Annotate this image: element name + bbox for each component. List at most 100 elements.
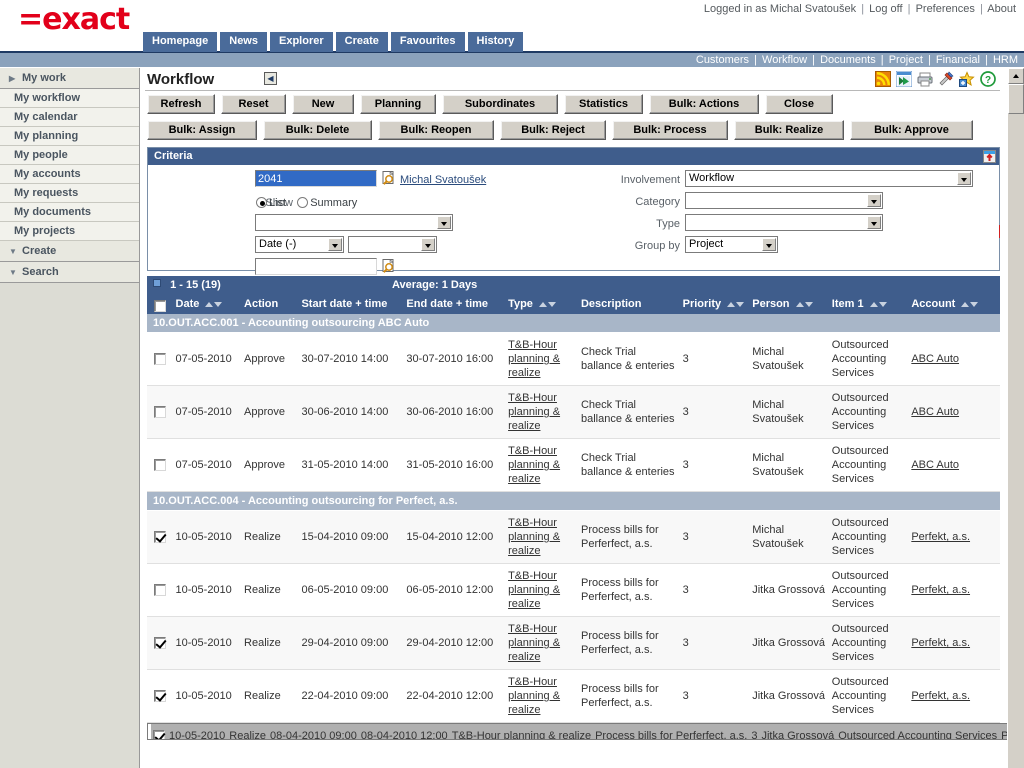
table-row[interactable]: 10-05-2010 Realize 15-04-2010 09:00 15-04-2… (147, 510, 1000, 564)
bulk-reject-button[interactable]: Bulk: Reject (500, 120, 606, 140)
nav-tab-explorer[interactable]: Explorer (270, 32, 333, 52)
cell-type[interactable]: T&B-Hour planning & realize (506, 616, 579, 670)
show-option-list[interactable]: List (256, 197, 286, 209)
vertical-scrollbar[interactable] (1007, 68, 1024, 768)
table-row[interactable]: 10-05-2010 Realize 08-04-2010 09:00 08-04-2… (147, 723, 1024, 740)
chevron-down-icon[interactable] (867, 194, 881, 207)
bulk-reopen-button[interactable]: Bulk: Reopen (378, 120, 494, 140)
bulk-approve-button[interactable]: Bulk: Approve (850, 120, 973, 140)
cell-type[interactable]: T&B-Hour planning & realize (506, 385, 579, 439)
bulk-delete-button[interactable]: Bulk: Delete (263, 120, 372, 140)
row-checkbox[interactable] (153, 730, 165, 739)
person-link[interactable]: Michal Svatoušek (400, 174, 486, 186)
cell-account[interactable]: ABC Auto (909, 385, 1000, 439)
chevron-down-icon[interactable] (328, 238, 342, 251)
sort-arrows-type[interactable] (538, 298, 556, 310)
subnav-project[interactable]: Project (889, 54, 923, 66)
table-row[interactable]: 10-05-2010 Realize 06-05-2010 09:00 06-05-2… (147, 563, 1000, 617)
sidebar-item-my-planning[interactable]: My planning (0, 127, 139, 146)
sort-arrows-date[interactable] (204, 298, 223, 310)
row-checkbox[interactable] (154, 406, 167, 419)
bulk-process-button[interactable]: Bulk: Process (612, 120, 728, 140)
involvement-select[interactable]: Workflow (685, 170, 973, 187)
add-favourite-icon[interactable] (959, 71, 975, 87)
type-link[interactable]: T&B-Hour planning & realize (508, 623, 560, 663)
sort-arrows-item1[interactable] (869, 298, 887, 310)
row-checkbox[interactable] (154, 584, 167, 597)
bulk-assign-button[interactable]: Bulk: Assign (147, 120, 257, 140)
sort-asc-icon[interactable] (538, 302, 547, 307)
sidebar-item-my-accounts[interactable]: My accounts (0, 165, 139, 184)
person-input[interactable] (255, 170, 377, 187)
item-lookup-icon[interactable] (382, 259, 397, 274)
tools-icon[interactable] (938, 71, 954, 87)
nav-tab-favourites[interactable]: Favourites (390, 32, 465, 52)
cell-account[interactable]: ABC Auto (909, 438, 1000, 492)
cell-type[interactable]: T&B-Hour planning & realize (506, 669, 579, 723)
account-link[interactable]: ABC Auto (911, 459, 959, 471)
refresh-button[interactable]: Refresh (147, 94, 215, 114)
bulk-realize-button[interactable]: Bulk: Realize (734, 120, 844, 140)
sidebar-item-my-people[interactable]: My people (0, 146, 139, 165)
cell-account[interactable]: Perfekt, a.s. (909, 669, 1000, 723)
row-checkbox[interactable] (154, 459, 167, 472)
row-select-cell[interactable] (147, 438, 174, 492)
row-select-cell[interactable] (151, 724, 167, 739)
preferences-link[interactable]: Preferences (916, 3, 975, 15)
type-link[interactable]: T&B-Hour planning & realize (508, 339, 560, 379)
row-select-cell[interactable] (147, 563, 174, 617)
restore-panel-icon[interactable] (983, 150, 996, 163)
account-link[interactable]: ABC Auto (911, 406, 959, 418)
show-option-summary[interactable]: Summary (297, 197, 357, 209)
sidebar-item-my-projects[interactable]: My projects (0, 222, 139, 241)
planning-button[interactable]: Planning (360, 94, 436, 114)
account-link[interactable]: Perfekt, a.s. (911, 584, 970, 596)
type-link[interactable]: T&B-Hour planning & realize (452, 730, 591, 739)
cell-type[interactable]: T&B-Hour planning & realize (506, 510, 579, 564)
row-checkbox[interactable] (154, 353, 167, 366)
sidebar-group-search[interactable]: ▼ Search (0, 262, 139, 283)
chevron-down-icon[interactable] (867, 216, 881, 229)
subnav-financial[interactable]: Financial (936, 54, 980, 66)
cell-type[interactable]: T&B-Hour planning & realize (506, 563, 579, 617)
sort-asc-icon[interactable] (795, 302, 804, 307)
account-link[interactable]: Perfekt, a.s. (911, 690, 970, 702)
chevron-down-icon[interactable] (421, 238, 435, 251)
log-off-link[interactable]: Log off (869, 3, 902, 15)
sort-desc-icon[interactable] (878, 302, 887, 307)
cell-type[interactable]: T&B-Hour planning & realize (506, 332, 579, 386)
cell-type[interactable]: T&B-Hour planning & realize (506, 438, 579, 492)
nav-tab-create[interactable]: Create (335, 32, 388, 52)
type-link[interactable]: T&B-Hour planning & realize (508, 517, 560, 557)
sidebar-item-my-workflow[interactable]: My workflow (0, 89, 139, 108)
sort-asc-icon[interactable] (727, 302, 736, 307)
category-select[interactable] (685, 192, 883, 209)
new-button[interactable]: New (292, 94, 354, 114)
type-link[interactable]: T&B-Hour planning & realize (508, 570, 560, 610)
sortby-select[interactable]: Date (-) (255, 236, 344, 253)
excel-export-icon[interactable] (896, 71, 912, 87)
sidebar-item-my-requests[interactable]: My requests (0, 184, 139, 203)
table-row[interactable]: 07-05-2010 Approve 30-06-2010 14:00 30-06-2… (147, 385, 1000, 439)
show-radio-group[interactable]: List Summary (256, 197, 365, 209)
cell-account[interactable]: Perfekt, a.s. (909, 616, 1000, 670)
close-button[interactable]: Close (765, 94, 833, 114)
sidebar-group-create[interactable]: ▼ Create (0, 241, 139, 262)
sort-desc-icon[interactable] (214, 302, 223, 307)
sort-arrows-person[interactable] (795, 298, 813, 310)
chevron-down-icon[interactable] (437, 216, 451, 229)
nav-tab-homepage[interactable]: Homepage (143, 32, 218, 52)
account-link[interactable]: ABC Auto (911, 353, 959, 365)
row-select-cell[interactable] (147, 510, 174, 564)
row-select-cell[interactable] (147, 669, 174, 723)
type-link[interactable]: T&B-Hour planning & realize (508, 392, 560, 432)
sort-asc-icon[interactable] (961, 302, 970, 307)
item-input[interactable] (255, 258, 377, 275)
cell-account[interactable]: ABC Auto (909, 332, 1000, 386)
select-all-header[interactable] (147, 294, 174, 314)
sort-desc-icon[interactable] (804, 302, 813, 307)
type-link[interactable]: T&B-Hour planning & realize (508, 676, 560, 716)
table-row[interactable]: 10-05-2010 Realize 29-04-2010 09:00 29-04-2… (147, 616, 1000, 670)
person-lookup-icon[interactable] (382, 171, 397, 186)
row-select-cell[interactable] (147, 616, 174, 670)
